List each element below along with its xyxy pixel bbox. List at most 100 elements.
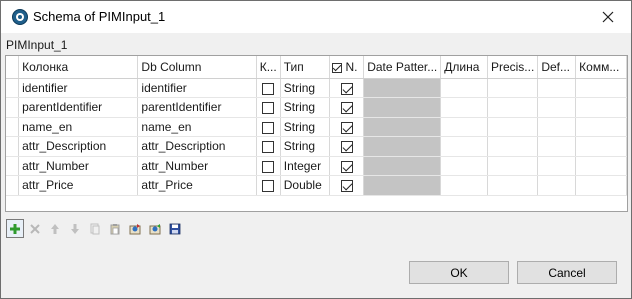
key-cell[interactable] <box>256 78 281 98</box>
nullable-checkbox[interactable] <box>340 160 353 173</box>
move-down-button[interactable] <box>66 219 84 238</box>
header-default[interactable]: Def... <box>537 56 577 79</box>
table-row[interactable]: attr_Number attr_Number Integer <box>6 156 627 176</box>
nullable-cell[interactable] <box>329 117 365 137</box>
column-cell[interactable]: identifier <box>18 78 139 98</box>
table-row[interactable]: identifier identifier String <box>6 78 627 98</box>
comment-cell[interactable] <box>575 175 627 196</box>
nullable-cell[interactable] <box>329 78 365 98</box>
key-checkbox[interactable] <box>262 180 275 193</box>
comment-cell[interactable] <box>575 97 627 118</box>
nullable-checkbox[interactable] <box>340 180 353 193</box>
move-up-button[interactable] <box>46 219 64 238</box>
comment-cell[interactable] <box>575 136 627 157</box>
nullable-header-checkbox[interactable] <box>332 62 343 73</box>
column-cell[interactable]: attr_Price <box>18 175 139 196</box>
header-nullable[interactable]: N. <box>329 56 365 79</box>
type-cell[interactable]: Integer <box>280 156 331 176</box>
default-cell[interactable] <box>537 78 577 98</box>
close-button[interactable] <box>585 1 631 33</box>
nullable-cell[interactable] <box>329 97 365 118</box>
move-down-icon <box>71 223 79 234</box>
delete-row-button[interactable] <box>26 219 44 238</box>
db-column-cell[interactable]: parentIdentifier <box>137 97 257 118</box>
header-length[interactable]: Длина <box>440 56 488 79</box>
key-cell[interactable] <box>256 136 281 157</box>
save-schema-button[interactable] <box>166 219 184 238</box>
key-checkbox[interactable] <box>262 121 275 134</box>
add-row-button[interactable] <box>6 219 24 238</box>
precision-cell[interactable] <box>487 97 539 118</box>
header-column[interactable]: Колонка <box>18 56 139 79</box>
comment-cell[interactable] <box>575 78 627 98</box>
nullable-checkbox[interactable] <box>340 121 353 134</box>
comment-cell[interactable] <box>575 117 627 137</box>
default-cell[interactable] <box>537 136 577 157</box>
table-row[interactable]: attr_Description attr_Description String <box>6 136 627 157</box>
type-cell[interactable]: String <box>280 78 331 98</box>
comment-cell[interactable] <box>575 156 627 176</box>
table-row[interactable]: name_en name_en String <box>6 117 627 137</box>
nullable-checkbox[interactable] <box>340 82 353 95</box>
type-cell[interactable]: String <box>280 136 331 157</box>
header-type[interactable]: Тип <box>280 56 331 79</box>
nullable-checkbox[interactable] <box>340 102 353 115</box>
default-cell[interactable] <box>537 175 577 196</box>
db-column-cell[interactable]: identifier <box>137 78 257 98</box>
default-cell[interactable] <box>537 156 577 176</box>
header-db-column[interactable]: Db Column <box>137 56 257 79</box>
db-column-cell[interactable]: attr_Description <box>137 136 257 157</box>
cancel-button[interactable]: Cancel <box>517 261 617 284</box>
key-cell[interactable] <box>256 97 281 118</box>
table-row[interactable]: attr_Price attr_Price Double <box>6 175 627 196</box>
db-column-cell[interactable]: name_en <box>137 117 257 137</box>
precision-cell[interactable] <box>487 156 539 176</box>
type-cell[interactable]: Double <box>280 175 331 196</box>
precision-cell[interactable] <box>487 117 539 137</box>
length-cell[interactable] <box>440 97 488 118</box>
key-cell[interactable] <box>256 175 281 196</box>
paste-icon <box>110 223 120 234</box>
length-cell[interactable] <box>440 175 488 196</box>
key-checkbox[interactable] <box>262 141 275 154</box>
row-indicator <box>6 156 20 176</box>
export-schema-button[interactable] <box>146 219 164 238</box>
header-date-pattern[interactable]: Date Patter... <box>363 56 442 79</box>
nullable-checkbox[interactable] <box>340 141 353 154</box>
precision-cell[interactable] <box>487 136 539 157</box>
schema-table: Колонка Db Column К... Тип N. Date Patte… <box>6 56 627 196</box>
header-precision[interactable]: Precis... <box>487 56 539 79</box>
header-key[interactable]: К... <box>256 56 281 79</box>
column-cell[interactable]: attr_Number <box>18 156 139 176</box>
nullable-cell[interactable] <box>329 136 365 157</box>
key-checkbox[interactable] <box>262 82 275 95</box>
paste-button[interactable] <box>106 219 124 238</box>
column-cell[interactable]: attr_Description <box>18 136 139 157</box>
key-cell[interactable] <box>256 156 281 176</box>
column-cell[interactable]: name_en <box>18 117 139 137</box>
db-column-cell[interactable]: attr_Number <box>137 156 257 176</box>
column-cell[interactable]: parentIdentifier <box>18 97 139 118</box>
type-cell[interactable]: String <box>280 97 331 118</box>
precision-cell[interactable] <box>487 175 539 196</box>
length-cell[interactable] <box>440 78 488 98</box>
table-row[interactable]: parentIdentifier parentIdentifier String <box>6 97 627 118</box>
nullable-cell[interactable] <box>329 156 365 176</box>
key-checkbox[interactable] <box>262 160 275 173</box>
length-cell[interactable] <box>440 156 488 176</box>
default-cell[interactable] <box>537 97 577 118</box>
type-cell[interactable]: String <box>280 117 331 137</box>
copy-button[interactable] <box>86 219 104 238</box>
default-cell[interactable] <box>537 117 577 137</box>
ok-button[interactable]: OK <box>409 261 509 284</box>
key-checkbox[interactable] <box>262 102 275 115</box>
length-cell[interactable] <box>440 136 488 157</box>
precision-cell[interactable] <box>487 78 539 98</box>
length-cell[interactable] <box>440 117 488 137</box>
import-schema-button[interactable] <box>126 219 144 238</box>
nullable-cell[interactable] <box>329 175 365 196</box>
db-column-cell[interactable]: attr_Price <box>137 175 257 196</box>
header-comment[interactable]: Комм... <box>575 56 627 79</box>
key-cell[interactable] <box>256 117 281 137</box>
date-pattern-cell <box>363 97 442 118</box>
